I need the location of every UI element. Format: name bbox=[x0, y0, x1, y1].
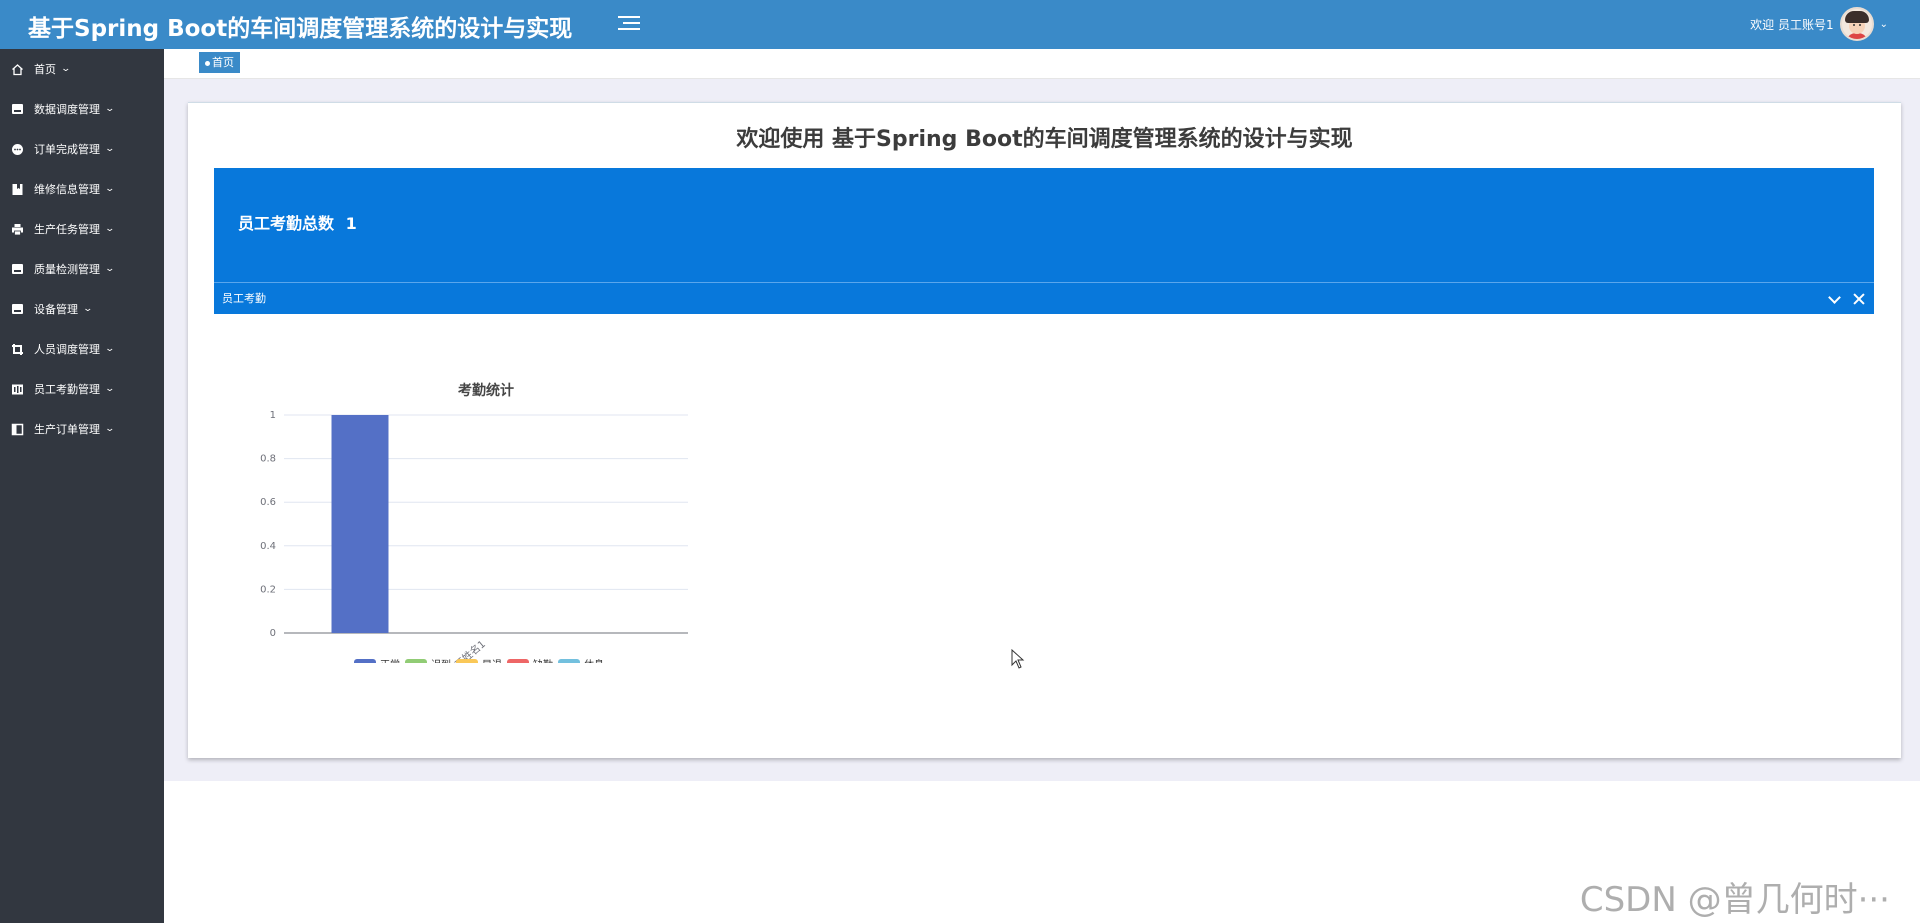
sidebar-item-label: 人员调度管理 bbox=[34, 343, 100, 356]
sidebar-item-home[interactable]: 首页 ⌄ bbox=[0, 49, 164, 89]
stat-value: 1 bbox=[345, 214, 357, 233]
bar bbox=[331, 415, 389, 633]
chart-title: 考勤统计 bbox=[458, 382, 514, 399]
chevron-down-icon: ⌄ bbox=[104, 264, 116, 274]
y-tick-label: 0.6 bbox=[260, 497, 276, 508]
y-tick-label: 0.2 bbox=[260, 584, 276, 595]
sidebar-item-production-task[interactable]: 生产任务管理 ⌄ bbox=[0, 209, 164, 249]
sidebar-item-label: 设备管理 bbox=[34, 303, 78, 316]
legend-label: 正常 bbox=[380, 658, 400, 663]
chevron-down-icon: ⌄ bbox=[82, 304, 94, 314]
y-tick-label: 0.4 bbox=[260, 541, 276, 552]
chevron-down-icon: ⌄ bbox=[104, 184, 116, 194]
avatar[interactable] bbox=[1839, 7, 1874, 41]
sidebar-item-label: 订单完成管理 bbox=[34, 143, 100, 156]
sidebar-item-order-completion[interactable]: 订单完成管理 ⌄ bbox=[0, 129, 164, 169]
watermark: CSDN @曾几何时··· bbox=[1579, 880, 1890, 920]
document-icon bbox=[11, 303, 24, 316]
collapse-chevron-icon[interactable] bbox=[1828, 292, 1842, 306]
sidebar-item-label: 维修信息管理 bbox=[34, 183, 100, 196]
breadcrumb-tag-home[interactable]: 首页 bbox=[199, 52, 240, 73]
sidebar-item-attendance[interactable]: 员工考勤管理 ⌄ bbox=[0, 369, 164, 409]
y-tick-label: 1 bbox=[270, 410, 276, 421]
dashboard-panel: 欢迎使用 基于Spring Boot的车间调度管理系统的设计与实现 员工考勤总数… bbox=[188, 102, 1901, 758]
legend-swatch bbox=[456, 659, 478, 663]
ellipsis-circle-icon bbox=[11, 143, 24, 156]
chevron-down-icon: ⌄ bbox=[104, 384, 116, 394]
legend-swatch bbox=[405, 659, 427, 663]
chevron-down-icon: ⌄ bbox=[104, 344, 116, 354]
chevron-down-icon: ⌄ bbox=[104, 224, 116, 234]
sidebar-item-label: 质量检测管理 bbox=[34, 263, 100, 276]
legend-swatch bbox=[558, 659, 580, 663]
dot-icon bbox=[205, 60, 210, 66]
sidebar-item-data-dispatch[interactable]: 数据调度管理 ⌄ bbox=[0, 89, 164, 129]
stat-card: 员工考勤总数 1 员工考勤 bbox=[214, 168, 1874, 314]
chevron-down-icon: ⌄ bbox=[104, 104, 116, 114]
y-tick-label: 0 bbox=[270, 628, 276, 639]
chevron-down-icon: ⌄ bbox=[104, 424, 116, 434]
legend-label: 缺勤 bbox=[533, 658, 553, 663]
sidebar-item-label: 生产订单管理 bbox=[34, 423, 100, 436]
menu-toggle-icon[interactable] bbox=[618, 12, 640, 34]
mouse-cursor-icon bbox=[1011, 648, 1025, 673]
document-icon bbox=[11, 103, 24, 116]
breadcrumb: 首页 bbox=[164, 49, 1920, 79]
legend-label: 休息 bbox=[584, 658, 604, 663]
attendance-chart: 考勤统计00.20.40.60.81员工姓名1正常迟到早退缺勤休息 bbox=[218, 343, 698, 663]
sidebar-item-label: 首页 bbox=[34, 63, 56, 76]
chart-svg: 考勤统计00.20.40.60.81员工姓名1正常迟到早退缺勤休息 bbox=[260, 382, 688, 663]
y-tick-label: 0.8 bbox=[260, 454, 276, 465]
sidebar-item-label: 生产任务管理 bbox=[34, 223, 100, 236]
app-title: 基于Spring Boot的车间调度管理系统的设计与实现 bbox=[28, 16, 573, 42]
legend-swatch bbox=[507, 659, 529, 663]
user-menu[interactable]: 欢迎 员工账号1 ⌄ bbox=[1750, 5, 1888, 43]
page-title: 欢迎使用 基于Spring Boot的车间调度管理系统的设计与实现 bbox=[736, 127, 1353, 152]
sidebar-item-quality-inspection[interactable]: 质量检测管理 ⌄ bbox=[0, 249, 164, 289]
section-label: 员工考勤 bbox=[222, 292, 266, 305]
crop-icon bbox=[11, 343, 24, 356]
document-icon bbox=[11, 263, 24, 276]
sidebar-item-repair-info[interactable]: 维修信息管理 ⌄ bbox=[0, 169, 164, 209]
close-icon[interactable] bbox=[1852, 292, 1866, 306]
breadcrumb-label: 首页 bbox=[212, 56, 234, 69]
sidebar-item-label: 员工考勤管理 bbox=[34, 383, 100, 396]
sidebar-item-equipment[interactable]: 设备管理 ⌄ bbox=[0, 289, 164, 329]
sidebar-item-label: 数据调度管理 bbox=[34, 103, 100, 116]
legend-label: 早退 bbox=[482, 659, 502, 663]
chevron-down-icon[interactable]: ⌄ bbox=[1880, 19, 1888, 30]
printer-icon bbox=[11, 223, 24, 236]
columns-icon bbox=[11, 383, 24, 396]
stat-count: 员工考勤总数 1 bbox=[238, 210, 357, 234]
home-icon bbox=[11, 63, 24, 76]
sidebar-item-production-order[interactable]: 生产订单管理 ⌄ bbox=[0, 409, 164, 449]
legend-label: 迟到 bbox=[431, 658, 451, 663]
welcome-user-text: 欢迎 员工账号1 bbox=[1750, 17, 1834, 32]
sidebar: 首页 ⌄ 数据调度管理 ⌄ 订单完成管理 ⌄ 维修信息管理 ⌄ 生产任务管理 ⌄… bbox=[0, 49, 164, 923]
section-tools bbox=[1828, 283, 1866, 315]
sidebar-item-staff-dispatch[interactable]: 人员调度管理 ⌄ bbox=[0, 329, 164, 369]
bookmark-icon bbox=[11, 183, 24, 196]
top-header: 基于Spring Boot的车间调度管理系统的设计与实现 欢迎 员工账号1 ⌄ bbox=[0, 0, 1920, 49]
stat-label: 员工考勤总数 bbox=[238, 214, 335, 233]
legend-swatch bbox=[354, 659, 376, 663]
chevron-down-icon: ⌄ bbox=[104, 144, 116, 154]
chevron-down-icon: ⌄ bbox=[60, 64, 72, 74]
layout-icon bbox=[11, 423, 24, 436]
section-header: 员工考勤 bbox=[214, 282, 1874, 314]
